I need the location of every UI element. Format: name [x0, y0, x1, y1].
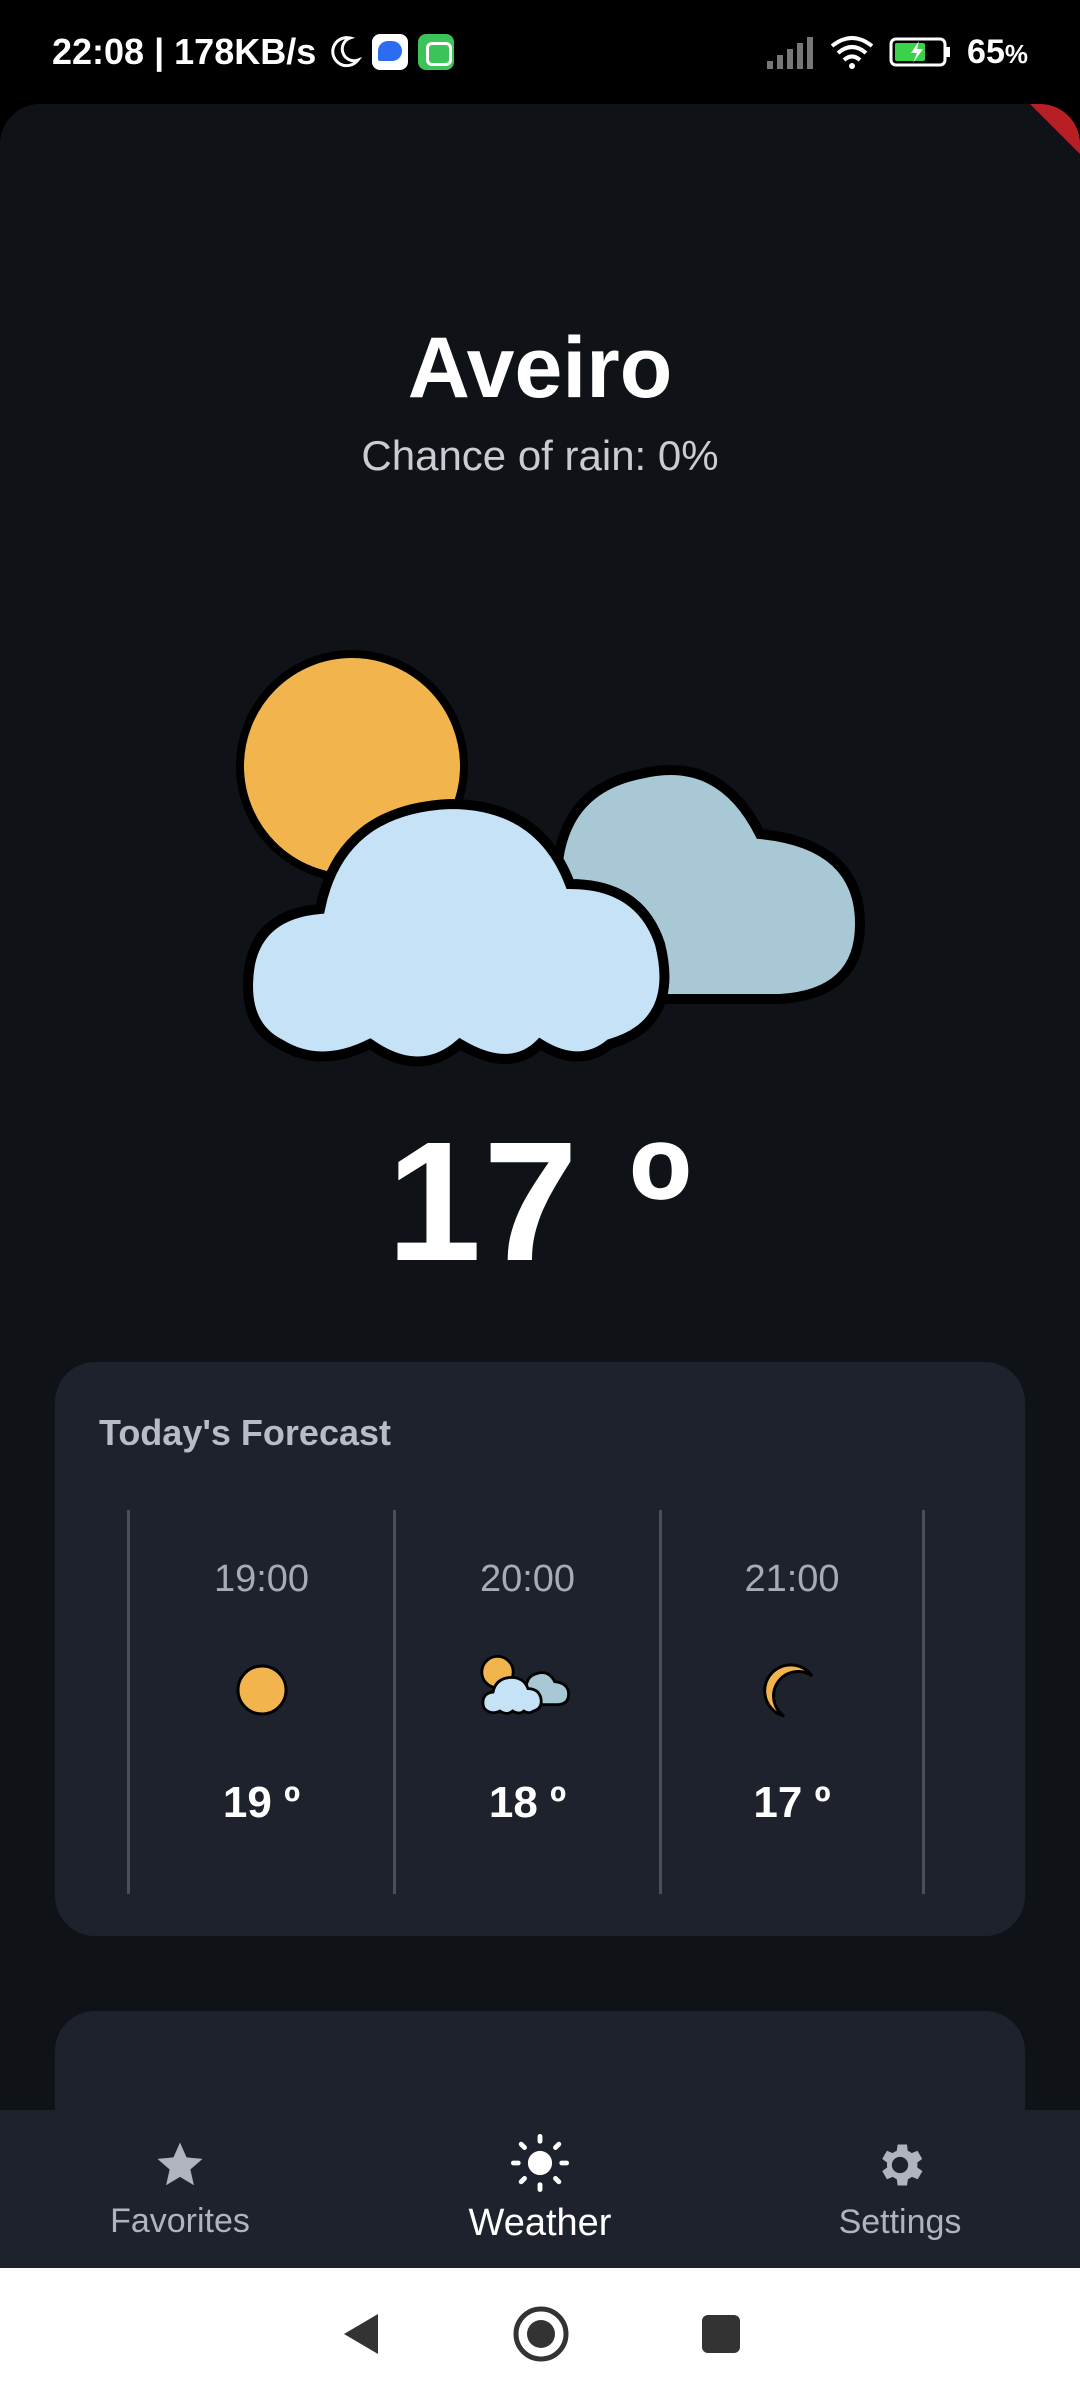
hour-temperature: 18 º: [488, 1778, 567, 1827]
forecast-hour-item: 21:00 17 º: [659, 1510, 925, 1894]
hour-time: 21:00: [744, 1558, 840, 1600]
nav-favorites[interactable]: Favorites: [0, 2110, 360, 2268]
corner-indicator: [1030, 104, 1080, 154]
hour-temperature: 17 º: [753, 1778, 831, 1827]
forecast-title: Today's Forecast: [99, 1412, 391, 1453]
nav-weather[interactable]: Weather: [360, 2110, 720, 2268]
status-right: 65%: [765, 33, 1028, 72]
next-card-partial: [55, 2011, 1025, 2110]
hour-time: 20:00: [479, 1558, 576, 1600]
recents-icon[interactable]: [700, 2313, 742, 2355]
battery-icon: [889, 37, 951, 67]
sun-icon: [510, 2133, 569, 2192]
nav-label-weather: Weather: [468, 2201, 612, 2244]
moon-icon: [762, 1650, 822, 1730]
system-navigation-bar: [0, 2268, 1080, 2400]
status-time-speed: 22:08 | 178KB/s: [52, 31, 317, 72]
back-icon[interactable]: [338, 2310, 382, 2358]
nav-settings[interactable]: Settings: [720, 2110, 1080, 2268]
star-icon: [157, 2142, 203, 2185]
status-left: 22:08 | 178KB/s: [52, 31, 455, 73]
status-bar: 22:08 | 178KB/s 65%: [0, 0, 1080, 104]
current-temperature: 17 º: [386, 1107, 694, 1297]
hour-temperature: 19 º: [222, 1778, 301, 1827]
hour-time: 19:00: [213, 1558, 310, 1600]
forecast-hour-item: 20:00 18 º: [393, 1510, 659, 1894]
sun-icon: [234, 1650, 290, 1730]
signal-icon: [767, 37, 814, 69]
bottom-navigation: Favorites Weather Settings: [0, 2110, 1080, 2268]
todays-forecast-card[interactable]: Today's Forecast 19:00 19 º 20:00 18 º 2…: [55, 1362, 1025, 1936]
city-name: Aveiro: [407, 320, 673, 416]
battery-percent: 65%: [967, 32, 1028, 71]
moon-status-icon: [331, 36, 363, 68]
forecast-hour-item: 19:00 19 º: [127, 1510, 393, 1894]
weather-sheet: Aveiro Chance of rain: 0% 17 º Today's F…: [0, 104, 1080, 2110]
partly-cloudy-icon: [236, 650, 866, 1067]
partly-cloudy-icon: [458, 1650, 598, 1730]
nav-label-favorites: Favorites: [110, 2201, 250, 2240]
gear-icon: [882, 2143, 923, 2186]
chance-of-rain: Chance of rain: 0%: [361, 432, 719, 479]
nav-label-settings: Settings: [838, 2202, 962, 2241]
android-app-icon: [418, 34, 455, 70]
message-app-icon: [372, 34, 409, 70]
hourly-forecast-list[interactable]: 19:00 19 º 20:00 18 º 21:00 17 º: [127, 1510, 927, 1894]
wifi-icon: [830, 36, 874, 69]
home-icon[interactable]: [512, 2305, 570, 2363]
